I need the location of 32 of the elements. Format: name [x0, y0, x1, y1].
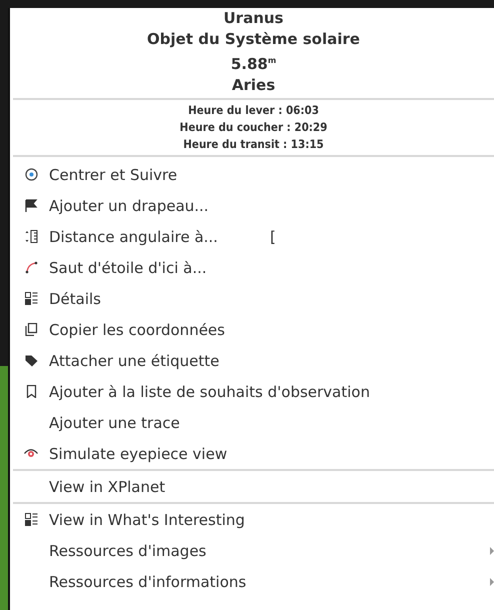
- target-icon: [24, 168, 38, 181]
- menu-item[interactable]: View in XPlanet: [49, 478, 166, 496]
- menu-item[interactable]: Ajouter un drapeau...: [49, 196, 209, 214]
- time-info-text: Heure du transit : 13:15: [183, 136, 324, 153]
- menu-item[interactable]: Distance angulaire à...: [49, 228, 218, 246]
- menu-item[interactable]: Copier les coordonnées: [49, 320, 225, 338]
- copy-icon: [24, 323, 38, 336]
- menu-item[interactable]: View in What's Interesting: [49, 510, 245, 528]
- time-info-text: Heure du coucher : 20:29: [180, 119, 328, 136]
- menu-item[interactable]: Simulate eyepiece view: [49, 444, 228, 462]
- menu-item[interactable]: Ressources d'informations: [49, 572, 246, 590]
- object-info-text: Objet du Système solaire: [147, 29, 360, 50]
- menu-item[interactable]: Ressources d'images: [49, 542, 206, 560]
- menu-item[interactable]: Détails: [49, 290, 102, 308]
- curve-icon: [24, 261, 38, 274]
- menu-item[interactable]: Centrer et Suivre: [49, 166, 178, 184]
- ruler-icon: [24, 230, 38, 243]
- object-info-text: Uranus: [224, 8, 284, 29]
- time-info-text: Heure du lever : 06:03: [188, 102, 319, 119]
- bookmark-icon: [24, 385, 38, 398]
- list-icon: [24, 292, 38, 305]
- object-info-text: 5.88$^{m}$: [230, 54, 276, 75]
- object-info-text: Aries: [232, 75, 276, 96]
- shortcut-text: [: [270, 228, 276, 246]
- tag-icon: [24, 354, 38, 367]
- eye-icon: [24, 448, 38, 459]
- list-icon: [24, 513, 38, 526]
- menu-item[interactable]: Ajouter à la liste de souhaits d'observation: [49, 382, 370, 400]
- menu-item[interactable]: Ajouter une trace: [49, 414, 180, 432]
- menu-item[interactable]: Attacher une étiquette: [49, 352, 220, 370]
- menu-item[interactable]: Saut d'étoile d'ici à...: [49, 258, 207, 276]
- flag-icon: [24, 199, 38, 212]
